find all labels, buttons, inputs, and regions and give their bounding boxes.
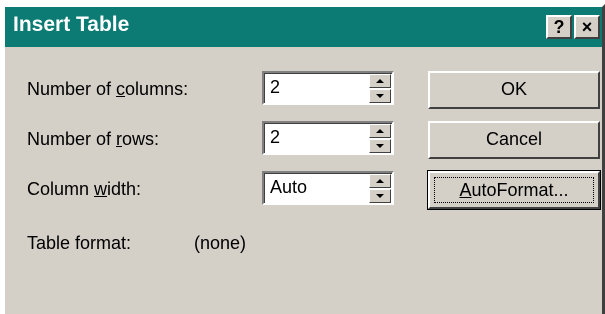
width-increment-icon[interactable] xyxy=(369,174,391,188)
width-label: Column width: xyxy=(27,179,142,199)
close-icon: × xyxy=(581,17,593,37)
title-bar[interactable]: Insert Table ? × xyxy=(5,7,602,47)
columns-spinbox[interactable]: 2 xyxy=(262,71,394,105)
columns-decrement-icon[interactable] xyxy=(369,89,391,103)
width-input[interactable]: Auto xyxy=(270,177,307,198)
autoformat-label: AutoFormat... xyxy=(434,177,594,203)
table-format-label: Table format: xyxy=(27,233,132,253)
columns-input[interactable]: 2 xyxy=(270,77,280,98)
rows-decrement-icon[interactable] xyxy=(369,139,391,153)
columns-increment-icon[interactable] xyxy=(369,74,391,88)
width-spinbox[interactable]: Auto xyxy=(262,171,394,205)
rows-spinbox[interactable]: 2 xyxy=(262,121,394,155)
close-button[interactable]: × xyxy=(574,15,600,39)
autoformat-button[interactable]: AutoFormat... xyxy=(427,170,601,210)
rows-increment-icon[interactable] xyxy=(369,124,391,138)
columns-label: Number of columns: xyxy=(27,79,189,99)
help-button[interactable]: ? xyxy=(546,15,572,39)
rows-label: Number of rows: xyxy=(27,129,160,149)
width-decrement-icon[interactable] xyxy=(369,189,391,203)
rows-input[interactable]: 2 xyxy=(270,127,280,148)
table-format-value: (none) xyxy=(194,233,247,253)
help-icon: ? xyxy=(553,17,565,37)
dialog-title: Insert Table xyxy=(13,13,130,36)
insert-table-dialog: Insert Table ? × Number of columns: 2 Nu… xyxy=(2,4,605,314)
ok-button[interactable]: OK xyxy=(428,71,600,109)
cancel-button[interactable]: Cancel xyxy=(428,121,600,159)
